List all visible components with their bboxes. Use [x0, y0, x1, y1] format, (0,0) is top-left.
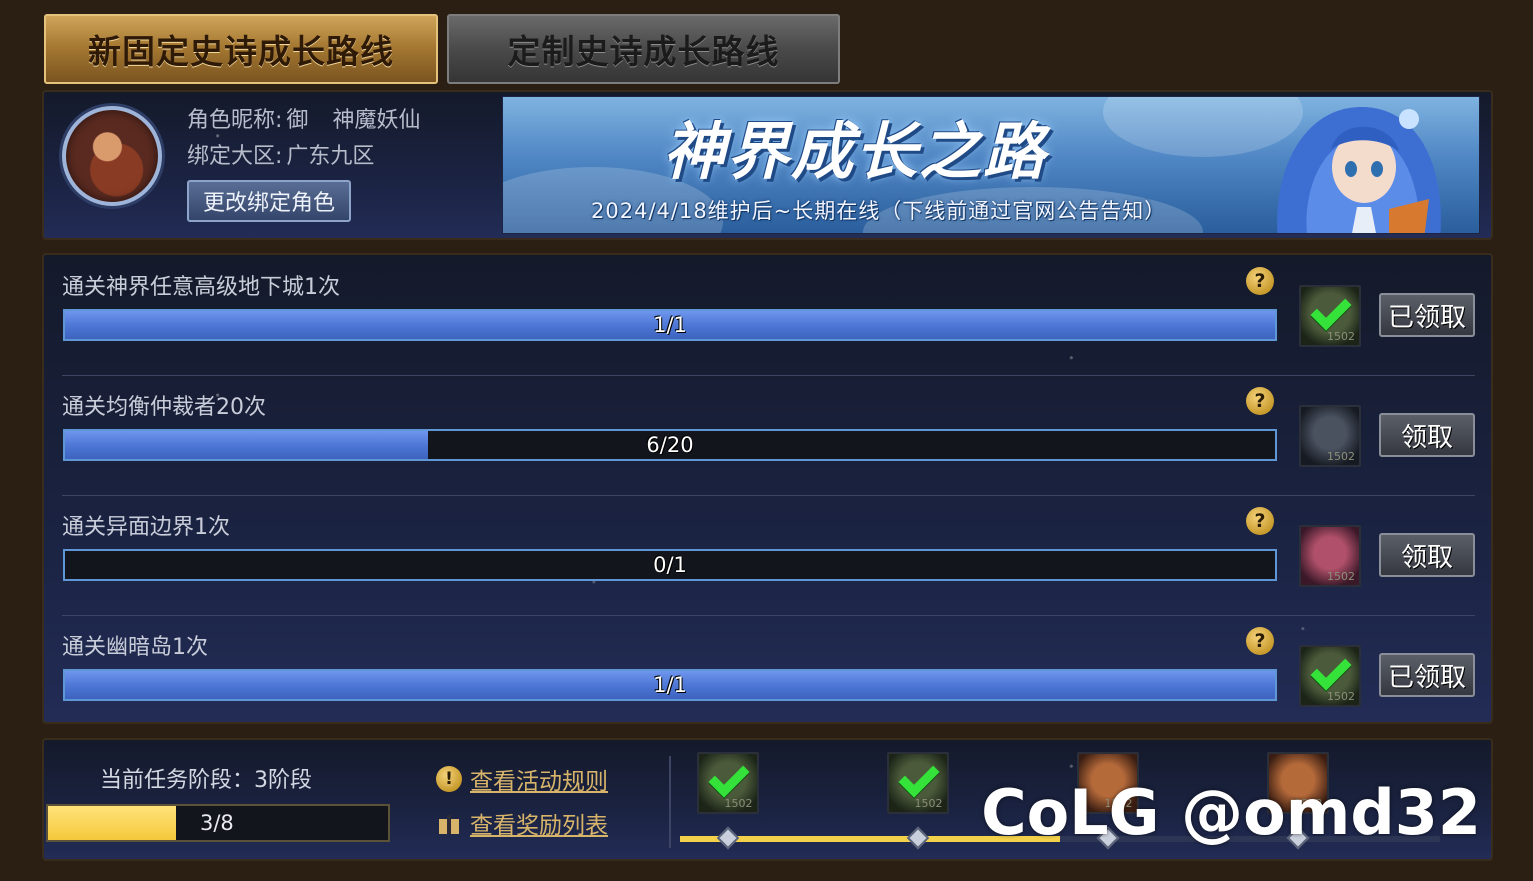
task-list: 通关神界任意高级地下城1次? 1/1 1502 已领取 通关均衡仲裁者20次? 6/20 1… — [42, 253, 1493, 724]
stage-progress-bar: 3/8 — [46, 804, 390, 842]
view-rules-label: 查看活动规则 — [470, 769, 608, 795]
reward-stack-count: 1502 — [724, 797, 753, 810]
epic-box-icon[interactable]: 1502 — [1299, 525, 1361, 587]
help-icon[interactable]: ? — [1246, 267, 1274, 295]
stage-node-icon — [716, 826, 739, 850]
reward-stack-count: 1502 — [914, 797, 943, 810]
growth-route-page: 新固定史诗成长路线 定制史诗成长路线 角色昵称: 御神魔妖仙 绑定大区: 广东九区 … — [0, 0, 1533, 881]
nickname-label: 角色昵称: — [187, 108, 283, 133]
task-row: 通关均衡仲裁者20次? 6/20 1502 领取 — [44, 375, 1495, 495]
view-rewards-link[interactable]: 查看奖励列表 — [436, 806, 608, 840]
task-progress-text: 0/1 — [653, 553, 687, 577]
claim-button[interactable]: 领取 — [1379, 413, 1475, 457]
tab-new-fixed-epic-route[interactable]: 新固定史诗成长路线 — [44, 14, 438, 84]
help-icon[interactable]: ? — [1246, 507, 1274, 535]
stage-panel: 当前任务阶段：3阶段 3/8 ! 查看活动规则 查看奖励列表 1502 1502 1… — [42, 738, 1493, 861]
watermark: CoLG @omd32 — [981, 776, 1481, 849]
reward-stack-count: 1502 — [1327, 330, 1355, 343]
change-bound-character-button[interactable]: 更改绑定角色 — [187, 180, 351, 222]
checkmark-icon — [1310, 649, 1352, 691]
gift-icon — [436, 810, 462, 836]
nickname-row: 角色昵称: 御神魔妖仙 — [187, 102, 420, 134]
task-divider — [62, 375, 1475, 376]
region-label: 绑定大区: — [187, 144, 283, 169]
avatar — [62, 106, 162, 206]
epic-box-icon[interactable]: 1502 — [1299, 645, 1361, 707]
stage-progress-text: 3/8 — [200, 811, 234, 835]
reward-stack-count: 1502 — [1327, 570, 1355, 583]
help-icon[interactable]: ? — [1246, 627, 1274, 655]
current-stage-label: 当前任务阶段：3阶段 — [100, 768, 312, 793]
region-value: 广东九区 — [286, 144, 375, 169]
task-progress-text: 1/1 — [653, 673, 687, 697]
stage-reward-icon[interactable]: 1502 — [886, 752, 949, 814]
claimed-button[interactable]: 已领取 — [1379, 653, 1475, 697]
profile-panel: 角色昵称: 御神魔妖仙 绑定大区: 广东九区 更改绑定角色 神界成长之路 2024/… — [42, 90, 1493, 240]
view-rewards-label: 查看奖励列表 — [470, 813, 608, 839]
task-divider — [62, 495, 1475, 496]
task-row: 通关神界任意高级地下城1次? 1/1 1502 已领取 — [44, 255, 1495, 375]
task-label: 通关神界任意高级地下城1次 — [62, 275, 340, 300]
banner-subtitle: 2024/4/18维护后~长期在线（下线前通过官网公告告知） — [591, 199, 1167, 223]
task-row: 通关幽暗岛1次? 1/1 1502 已领取 — [44, 615, 1495, 735]
nickname-value-a: 御 — [286, 108, 309, 133]
task-label: 通关异面边界1次 — [62, 515, 230, 540]
help-icon[interactable]: ? — [1246, 387, 1274, 415]
event-banner: 神界成长之路 2024/4/18维护后~长期在线（下线前通过官网公告告知） — [502, 96, 1480, 234]
claim-button[interactable]: 领取 — [1379, 533, 1475, 577]
task-progress-bar: 6/20 — [63, 429, 1277, 461]
banner-title: 神界成长之路 — [663, 115, 1048, 188]
task-progress-bar: 1/1 — [63, 669, 1277, 701]
stage-node-icon — [906, 826, 929, 850]
checkmark-icon — [1310, 289, 1352, 331]
nickname-value-b: 神魔妖仙 — [332, 108, 421, 133]
reward-stack-count: 1502 — [1327, 690, 1355, 703]
epic-box-icon[interactable]: 1502 — [1299, 405, 1361, 467]
info-icon: ! — [436, 766, 462, 792]
task-progress-bar: 0/1 — [63, 549, 1277, 581]
reward-stack-count: 1502 — [1327, 450, 1355, 463]
character-art-icon — [1277, 106, 1441, 233]
region-row: 绑定大区: 广东九区 — [187, 138, 374, 170]
epic-box-icon[interactable]: 1502 — [1299, 285, 1361, 347]
claimed-button[interactable]: 已领取 — [1379, 293, 1475, 337]
task-progress-text: 1/1 — [653, 313, 687, 337]
view-rules-link[interactable]: ! 查看活动规则 — [436, 762, 608, 796]
task-progress-bar: 1/1 — [63, 309, 1277, 341]
stage-progress-fill — [48, 806, 176, 840]
tab-custom-epic-route[interactable]: 定制史诗成长路线 — [447, 14, 840, 84]
divider — [669, 756, 671, 848]
task-divider — [62, 615, 1475, 616]
task-label: 通关均衡仲裁者20次 — [62, 395, 266, 420]
task-row: 通关异面边界1次? 0/1 1502 领取 — [44, 495, 1495, 615]
task-label: 通关幽暗岛1次 — [62, 635, 208, 660]
checkmark-icon — [897, 756, 940, 798]
checkmark-icon — [707, 756, 750, 798]
task-progress-text: 6/20 — [646, 433, 694, 457]
stage-reward-icon[interactable]: 1502 — [696, 752, 759, 814]
